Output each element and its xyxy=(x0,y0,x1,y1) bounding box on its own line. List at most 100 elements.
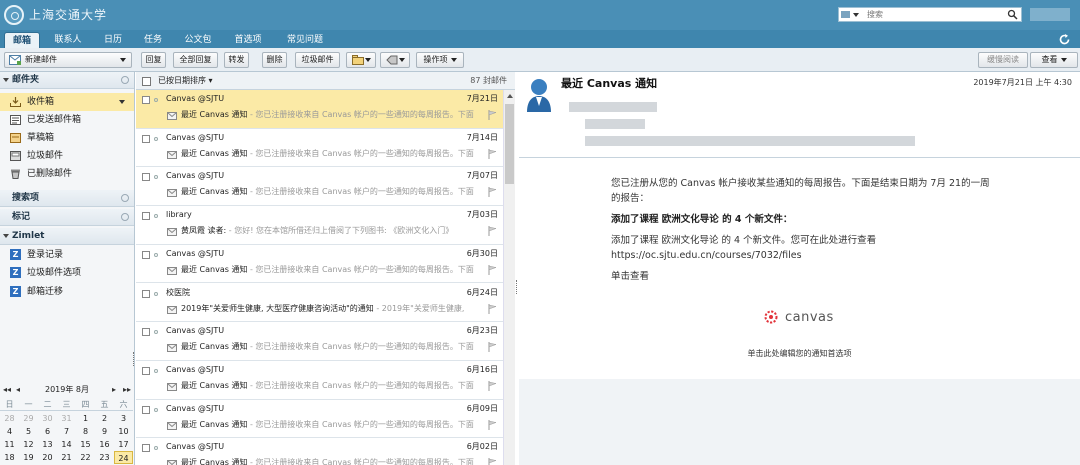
zimlet-item-login-records[interactable]: Z 登录记录 xyxy=(0,246,134,264)
row-checkbox[interactable] xyxy=(142,173,150,182)
read-status-icon[interactable] xyxy=(154,214,158,219)
tag-button[interactable] xyxy=(380,52,410,68)
row-checkbox[interactable] xyxy=(142,134,150,143)
tab-faq[interactable]: 常见问题 xyxy=(278,32,332,48)
calendar-day[interactable]: 8 xyxy=(76,425,95,438)
calendar-day[interactable]: 14 xyxy=(57,438,76,451)
calendar-day[interactable]: 13 xyxy=(38,438,57,451)
scroll-thumb[interactable] xyxy=(505,104,514,184)
table-row[interactable]: Canvas @SJTU 6月09日 最近 Canvas 通知 - 您已注册接收来自… xyxy=(136,400,503,439)
sidebar-item-junk[interactable]: 垃圾邮件 xyxy=(0,147,134,165)
calendar-day[interactable]: 4 xyxy=(0,425,19,438)
select-all-checkbox[interactable] xyxy=(142,77,151,86)
gear-icon[interactable] xyxy=(121,194,129,202)
calendar-day[interactable]: 24 xyxy=(114,451,133,464)
junk-button[interactable]: 垃圾邮件 xyxy=(295,52,340,68)
refresh-icon[interactable] xyxy=(1058,33,1071,46)
actions-button[interactable]: 操作项 xyxy=(416,52,464,68)
gear-icon[interactable] xyxy=(121,76,129,84)
table-row[interactable]: library 7月03日 黄凤霞 读者: - 您好! 您在本馆所借还归上借阅了下列… xyxy=(136,206,503,245)
row-checkbox[interactable] xyxy=(142,250,150,259)
calendar-day[interactable]: 28 xyxy=(0,412,19,425)
table-row[interactable]: 校医院 6月24日 2019年"关爱师生健康, 大型医疗健康咨询活动"的通知 - 2… xyxy=(136,284,503,323)
sort-by-date-button[interactable]: 已按日期排序 ▾ xyxy=(158,72,213,90)
calendar-day[interactable]: 16 xyxy=(95,438,114,451)
calendar-day[interactable]: 18 xyxy=(0,451,19,464)
flag-icon[interactable] xyxy=(488,342,497,353)
read-status-icon[interactable] xyxy=(154,252,158,257)
recipient-address[interactable] xyxy=(585,119,645,129)
flag-icon[interactable] xyxy=(488,187,497,198)
move-to-folder-button[interactable] xyxy=(346,52,376,68)
tab-tasks[interactable]: 任务 xyxy=(138,32,168,48)
calendar-day[interactable]: 17 xyxy=(114,438,133,451)
table-row[interactable]: Canvas @SJTU 7月14日 最近 Canvas 通知 - 您已注册接收来自… xyxy=(136,129,503,168)
calendar-day[interactable]: 21 xyxy=(57,451,76,464)
gear-icon[interactable] xyxy=(121,213,129,221)
read-status-icon[interactable] xyxy=(154,291,158,296)
calendar-day[interactable]: 10 xyxy=(114,425,133,438)
row-checkbox[interactable] xyxy=(142,212,150,221)
prev-year-icon[interactable]: ◂◂ xyxy=(3,384,11,396)
calendar-day[interactable]: 11 xyxy=(0,438,19,451)
row-checkbox[interactable] xyxy=(142,405,150,414)
zimlet-item-mail-migration[interactable]: Z 邮箱迁移 xyxy=(0,283,134,301)
calendar-day[interactable]: 22 xyxy=(76,451,95,464)
calendar-day[interactable]: 12 xyxy=(19,438,38,451)
calendar-day[interactable]: 7 xyxy=(57,425,76,438)
notification-preferences-link[interactable]: 单击此处编辑您的通知首选项 xyxy=(519,348,1080,359)
flag-icon[interactable] xyxy=(488,303,497,314)
reply-all-button[interactable]: 全部回复 xyxy=(173,52,218,68)
next-year-icon[interactable]: ▸▸ xyxy=(123,384,131,396)
forward-button[interactable]: 转发 xyxy=(224,52,249,68)
user-name[interactable] xyxy=(1030,8,1070,21)
view-button[interactable]: 查看 xyxy=(1030,52,1078,68)
list-scrollbar[interactable] xyxy=(503,90,515,465)
calendar-day[interactable]: 2 xyxy=(95,412,114,425)
row-checkbox[interactable] xyxy=(142,444,150,453)
flag-icon[interactable] xyxy=(488,419,497,430)
row-checkbox[interactable] xyxy=(142,289,150,298)
row-checkbox[interactable] xyxy=(142,328,150,337)
pane-resize-handle[interactable] xyxy=(516,280,518,294)
calendar-day[interactable]: 30 xyxy=(38,412,57,425)
search-icon[interactable] xyxy=(1007,9,1018,20)
tab-contacts[interactable]: 联系人 xyxy=(48,32,88,48)
tab-mail[interactable]: 邮箱 xyxy=(4,32,40,48)
calendar-day[interactable]: 6 xyxy=(38,425,57,438)
calendar-day[interactable]: 15 xyxy=(76,438,95,451)
zimlet-section-header[interactable]: Zimlet xyxy=(0,228,134,245)
table-row[interactable]: Canvas @SJTU 6月16日 最近 Canvas 通知 - 您已注册接收来自… xyxy=(136,361,503,400)
read-status-icon[interactable] xyxy=(154,368,158,373)
flag-icon[interactable] xyxy=(488,264,497,275)
calendar-day[interactable]: 31 xyxy=(57,412,76,425)
search-scope-dropdown[interactable] xyxy=(841,10,863,19)
calendar-day[interactable]: 23 xyxy=(95,451,114,464)
sidebar-item-inbox[interactable]: 收件箱 xyxy=(0,93,134,111)
calendar-day[interactable]: 19 xyxy=(19,451,38,464)
zimlet-item-junk-options[interactable]: Z 垃圾邮件选项 xyxy=(0,264,134,282)
chevron-down-icon[interactable] xyxy=(119,100,125,104)
table-row[interactable]: Canvas @SJTU 7月21日 最近 Canvas 通知 - 您已注册接收来自… xyxy=(136,90,503,129)
calendar-day[interactable]: 9 xyxy=(95,425,114,438)
prev-month-icon[interactable]: ◂ xyxy=(16,384,20,396)
tab-calendar[interactable]: 日历 xyxy=(96,32,130,48)
table-row[interactable]: Canvas @SJTU 6月02日 最近 Canvas 通知 - 您已注册接收来自… xyxy=(136,438,503,465)
sidebar-resize-handle[interactable] xyxy=(133,352,135,366)
flag-icon[interactable] xyxy=(488,380,497,391)
row-checkbox[interactable] xyxy=(142,96,150,104)
row-checkbox[interactable] xyxy=(142,366,150,375)
read-status-icon[interactable] xyxy=(154,98,158,102)
tags-section-header[interactable]: 标记 xyxy=(0,209,134,226)
university-logo[interactable]: 上海交通大学 xyxy=(4,3,107,27)
flag-icon[interactable] xyxy=(488,148,497,159)
read-status-icon[interactable] xyxy=(154,407,158,412)
sidebar-item-sent[interactable]: 已发送邮件箱 xyxy=(0,111,134,129)
read-status-icon[interactable] xyxy=(154,175,158,180)
tab-briefcase[interactable]: 公文包 xyxy=(176,32,220,48)
delete-button[interactable]: 删除 xyxy=(262,52,287,68)
next-month-icon[interactable]: ▸ xyxy=(112,384,116,396)
table-row[interactable]: Canvas @SJTU 6月23日 最近 Canvas 通知 - 您已注册接收来自… xyxy=(136,322,503,361)
view-link[interactable]: 单击查看 xyxy=(611,269,649,284)
flag-icon[interactable] xyxy=(488,458,497,465)
